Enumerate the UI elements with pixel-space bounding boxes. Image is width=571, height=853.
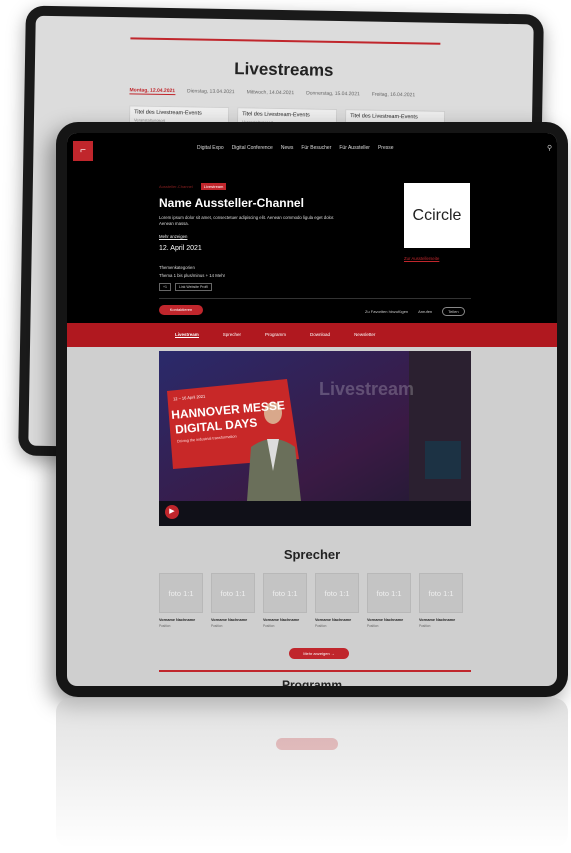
tab-programm[interactable]: Programm xyxy=(265,332,286,338)
play-icon[interactable]: ▶ xyxy=(165,505,179,519)
nav-item-besucher[interactable]: Für Besucher xyxy=(301,145,331,151)
tab-day[interactable]: Montag, 12.04.2021 xyxy=(129,87,176,96)
tab-day[interactable]: Mittwoch, 14.04.2021 xyxy=(247,89,295,97)
company-logo-card[interactable]: Ccircle xyxy=(404,183,470,248)
channel-date: 12. April 2021 xyxy=(159,245,202,252)
front-tablet: ⌐ Digital Expo Digital Conference News F… xyxy=(56,122,568,697)
speaker-card[interactable]: foto 1:1 Vorname Nachname Position xyxy=(211,573,255,628)
channel-subnav: Livestream Sprecher Programm Download Ne… xyxy=(67,323,557,347)
speaker-photo: foto 1:1 xyxy=(159,573,203,613)
speaker-role: Position xyxy=(159,624,171,628)
day-tabs: Montag, 12.04.2021 Dienstag, 13.04.2021 … xyxy=(129,87,415,99)
divider xyxy=(159,298,471,299)
speaker-role: Position xyxy=(367,624,379,628)
nav-item-aussteller[interactable]: Für Aussteller xyxy=(339,145,370,151)
share-button[interactable]: Teilen xyxy=(442,307,465,316)
livestream-overlay-title: Livestream xyxy=(319,379,415,399)
breadcrumb: Aussteller-Channel Livestream xyxy=(159,183,227,190)
contact-button[interactable]: Kontaktieren xyxy=(159,305,203,315)
top-nav: Digital Expo Digital Conference News Für… xyxy=(197,145,394,151)
event-title: Titel des Livestream-Events xyxy=(350,113,418,121)
chip[interactable]: +1 xyxy=(159,283,171,291)
speaker-photo: foto 1:1 xyxy=(419,573,463,613)
livestreams-title: Livestreams xyxy=(234,59,334,80)
call-button[interactable]: Anrufen xyxy=(418,309,432,314)
speaker-name: Vorname Nachname xyxy=(211,618,248,622)
section-divider xyxy=(130,37,441,45)
speaker-photo: foto 1:1 xyxy=(211,573,255,613)
speaker-role: Position xyxy=(211,624,223,628)
nav-item-news[interactable]: News xyxy=(281,145,294,151)
nav-item-digital-expo[interactable]: Digital Expo xyxy=(197,145,224,151)
favorite-button[interactable]: Zu Favoriten hinzufügen xyxy=(365,309,408,314)
show-more-speakers-button[interactable]: Mehr anzeigen → xyxy=(289,648,349,659)
nav-item-digital-conference[interactable]: Digital Conference xyxy=(232,145,273,151)
search-icon[interactable]: ⚲ xyxy=(547,144,552,152)
tab-sprecher[interactable]: Sprecher xyxy=(223,332,241,338)
speaker-list: foto 1:1 Vorname Nachname Position foto … xyxy=(159,573,463,628)
channel-actions: Zu Favoriten hinzufügen Anrufen Teilen xyxy=(365,307,465,316)
speaker-role: Position xyxy=(315,624,327,628)
themes-label: Themenkategorien xyxy=(159,265,195,270)
speaker-name: Vorname Nachname xyxy=(159,618,196,622)
event-title: Titel des Livestream-Events xyxy=(242,111,310,119)
reflection-button xyxy=(276,738,338,750)
themes-list: Thema 1 bis plus/minus + 14 Mehr xyxy=(159,273,226,278)
tab-download[interactable]: Download xyxy=(310,332,330,338)
front-screen: ⌐ Digital Expo Digital Conference News F… xyxy=(67,133,557,686)
subnav-items: Livestream Sprecher Programm Download Ne… xyxy=(175,332,375,338)
speaker-name: Vorname Nachname xyxy=(367,618,404,622)
nav-item-presse[interactable]: Presse xyxy=(378,145,394,151)
speaker-card[interactable]: foto 1:1 Vorname Nachname Position xyxy=(367,573,411,628)
speaker-card[interactable]: foto 1:1 Vorname Nachname Position xyxy=(263,573,307,628)
program-title: Programm xyxy=(281,678,343,686)
tab-livestream[interactable]: Livestream xyxy=(175,332,199,338)
livestream-video[interactable]: 12 – 16 April 2021 HANNOVER MESSE DIGITA… xyxy=(159,351,471,526)
chip[interactable]: Link Website Profil xyxy=(175,283,212,291)
section-divider xyxy=(159,670,471,672)
hannover-messe-logo[interactable]: ⌐ xyxy=(73,141,93,161)
link-chips: +1 Link Website Profil xyxy=(159,283,212,291)
channel-description: Lorem ipsum dolor sit amet, consectetuer… xyxy=(159,215,335,227)
speaker-role: Position xyxy=(263,624,275,628)
tablet-reflection xyxy=(56,698,568,848)
speaker-name: Vorname Nachname xyxy=(315,618,352,622)
speaker-card[interactable]: foto 1:1 Vorname Nachname Position xyxy=(419,573,463,628)
speaker-role: Position xyxy=(419,624,431,628)
speaker-name: Vorname Nachname xyxy=(419,618,456,622)
event-title: Titel des Livestream-Events xyxy=(134,109,202,117)
tab-day[interactable]: Freitag, 16.04.2021 xyxy=(372,92,415,100)
breadcrumb-link[interactable]: Aussteller-Channel xyxy=(159,184,193,189)
speaker-name: Vorname Nachname xyxy=(263,618,300,622)
tab-day[interactable]: Dienstag, 13.04.2021 xyxy=(187,88,235,96)
speaker-photo: foto 1:1 xyxy=(315,573,359,613)
speaker-card[interactable]: foto 1:1 Vorname Nachname Position xyxy=(315,573,359,628)
speaker-card[interactable]: foto 1:1 Vorname Nachname Position xyxy=(159,573,203,628)
speaker-photo: foto 1:1 xyxy=(263,573,307,613)
show-more-link[interactable]: Mehr anzeigen xyxy=(159,234,187,239)
livestream-badge: Livestream xyxy=(200,183,227,190)
channel-header: ⌐ Digital Expo Digital Conference News F… xyxy=(67,133,557,323)
channel-title: Name Aussteller-Channel xyxy=(159,196,304,210)
speakers-title: Sprecher xyxy=(283,547,341,562)
exhibitor-page-link[interactable]: Zur Ausstellerseite xyxy=(404,256,439,261)
tab-day[interactable]: Donnerstag, 15.04.2021 xyxy=(306,90,360,98)
tab-newsletter[interactable]: Newsletter xyxy=(354,332,375,338)
speaker-photo: foto 1:1 xyxy=(367,573,411,613)
